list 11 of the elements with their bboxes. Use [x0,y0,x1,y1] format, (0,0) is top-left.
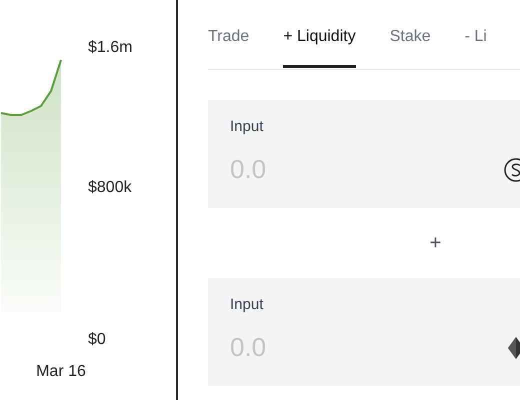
tab[interactable]: Stake [390,22,431,68]
plus-sign: + [430,231,442,256]
input-label: Input [230,117,264,137]
tab[interactable]: - Li [464,22,487,68]
tab[interactable]: Trade [208,22,250,68]
y-axis-label: $800k [88,179,132,196]
input-label: Input [230,295,264,315]
date-label: Mar 16 [36,363,86,380]
y-axis-label: $0 [88,331,106,348]
tab[interactable]: + Liquidity [283,22,356,68]
y-axis-label: $1.6m [88,39,132,56]
